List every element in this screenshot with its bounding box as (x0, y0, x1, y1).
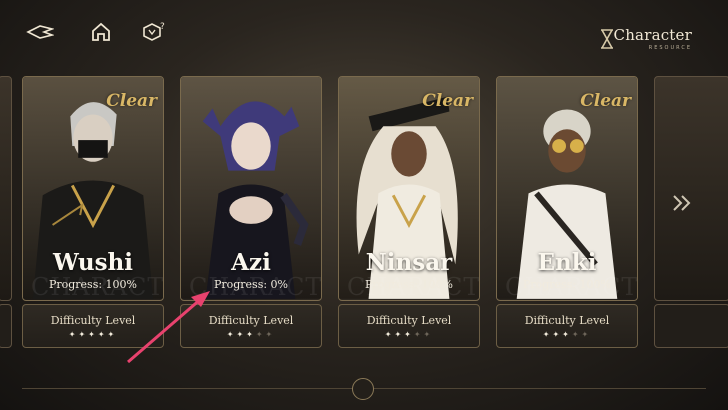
home-icon[interactable] (87, 20, 115, 44)
difficulty-label: Difficulty Level (524, 314, 610, 327)
difficulty-stars: ✦✦✦✦✦ (339, 330, 479, 339)
difficulty-panel-azi: Difficulty Level ✦✦✦✦✦ (180, 304, 322, 348)
star-filled-icon: ✦ (236, 330, 247, 339)
difficulty-panel-ninsar: Difficulty Level ✦✦✦✦✦ (338, 304, 480, 348)
help-icon[interactable]: ? (140, 20, 168, 44)
progress-text: Progress: 100% (522, 278, 612, 291)
star-filled-icon: ✦ (226, 330, 237, 339)
page-title: Character (613, 26, 692, 44)
difficulty-label: Difficulty Level (50, 314, 136, 327)
page-subtitle: RESOURCE (648, 45, 692, 51)
progress-text: Progress: 100% (364, 278, 454, 291)
progress-text: Progress: 0% (213, 278, 289, 291)
difficulty-panel-enki: Difficulty Level ✦✦✦✦✦ (496, 304, 638, 348)
star-filled-icon: ✦ (404, 330, 414, 339)
star-filled-icon: ✦ (88, 330, 98, 339)
star-filled-icon: ✦ (384, 330, 395, 339)
character-card-enki[interactable]: CHARACTER Clear Enki Progress: 100% (496, 76, 638, 301)
clear-badge: Clear (106, 91, 157, 111)
star-filled-icon: ✦ (107, 330, 118, 339)
next-page-icon[interactable] (672, 194, 694, 212)
star-filled-icon: ✦ (68, 330, 79, 339)
difficulty-stars: ✦✦✦✦✦ (497, 330, 637, 339)
difficulty-partial-right (654, 304, 728, 348)
difficulty-label: Difficulty Level (208, 314, 294, 327)
star-filled-icon: ✦ (394, 330, 405, 339)
star-empty-icon: ✦ (413, 330, 424, 339)
star-empty-icon: ✦ (265, 330, 276, 339)
character-name: Wushi (52, 249, 134, 276)
star-empty-icon: ✦ (581, 330, 592, 339)
page-title-block: Character RESOURCE (614, 26, 692, 51)
star-empty-icon: ✦ (255, 330, 266, 339)
top-bar: ? Character RESOURCE (0, 0, 728, 60)
clear-badge: Clear (580, 91, 631, 111)
character-name: Ninsar (365, 249, 453, 276)
difficulty-panel-wushi: Difficulty Level ✦✦✦✦✦ (22, 304, 164, 348)
svg-text:?: ? (160, 22, 165, 32)
card-partial-left (0, 76, 12, 301)
star-filled-icon: ✦ (562, 330, 572, 339)
card-partial-right (654, 76, 728, 301)
difficulty-stars: ✦✦✦✦✦ (181, 330, 321, 339)
character-name: Enki (537, 249, 597, 276)
star-filled-icon: ✦ (246, 330, 256, 339)
character-card-azi[interactable]: CHARACTER Azi Progress: 0% (180, 76, 322, 301)
character-name: Azi (231, 249, 271, 276)
star-empty-icon: ✦ (423, 330, 434, 339)
difficulty-stars: ✦✦✦✦✦ (23, 330, 163, 339)
star-filled-icon: ✦ (542, 330, 553, 339)
character-card-wushi[interactable]: CHARACTER Clear Wushi Progress: 100% (22, 76, 164, 301)
difficulty-partial-left (0, 304, 12, 348)
star-filled-icon: ✦ (97, 330, 108, 339)
emblem-icon (352, 378, 374, 400)
star-empty-icon: ✦ (571, 330, 582, 339)
star-filled-icon: ✦ (552, 330, 563, 339)
clear-badge: Clear (422, 91, 473, 111)
star-filled-icon: ✦ (78, 330, 89, 339)
difficulty-label: Difficulty Level (366, 314, 452, 327)
character-card-ninsar[interactable]: CHARACTER Clear Ninsar Progress: 100% (338, 76, 480, 301)
progress-text: Progress: 100% (48, 278, 138, 291)
back-arrow-icon[interactable] (26, 20, 55, 44)
